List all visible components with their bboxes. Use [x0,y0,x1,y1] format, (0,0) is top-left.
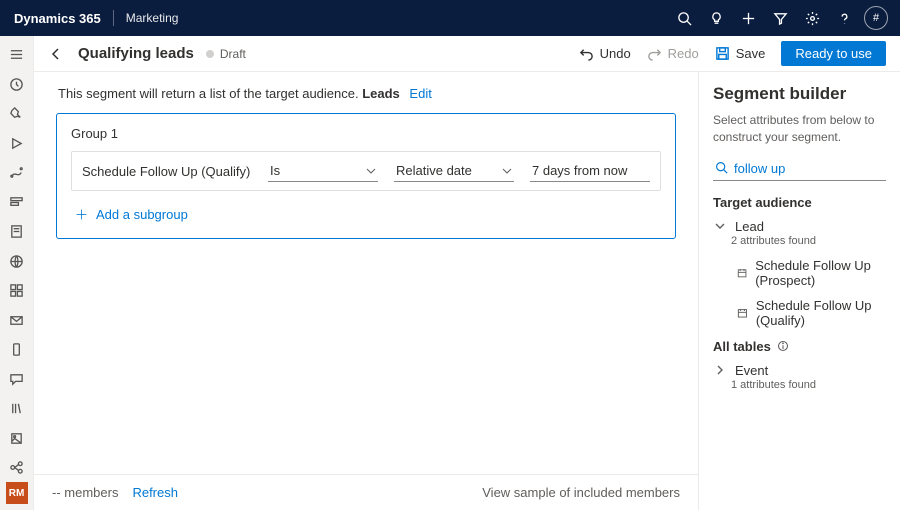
left-rail: RM [0,36,34,510]
ready-to-use-button[interactable]: Ready to use [781,41,886,66]
rail-segment-icon[interactable] [0,187,34,216]
segment-builder-panel: Segment builder Select attributes from b… [699,72,900,510]
product-name: Dynamics 365 [14,11,101,26]
back-button[interactable] [48,46,70,62]
view-sample-link[interactable]: View sample of included members [482,485,680,500]
attribute-qualify[interactable]: Schedule Follow Up (Qualify) [713,293,886,333]
group-title: Group 1 [71,126,661,141]
command-bar: Qualifying leads Draft Undo Redo Save Re… [34,36,900,72]
rail-form-icon[interactable] [0,217,34,246]
condition-attribute: Schedule Follow Up (Qualify) [82,164,252,179]
rail-chat-icon[interactable] [0,364,34,393]
add-subgroup-button[interactable]: Add a subgroup [71,205,661,224]
refresh-link[interactable]: Refresh [132,485,178,500]
lead-attr-count: 2 attributes found [713,235,886,247]
rail-library-icon[interactable] [0,394,34,423]
rail-recent-icon[interactable] [0,69,34,98]
nav-separator [113,10,114,26]
plus-icon [75,208,88,221]
rail-asset-icon[interactable] [0,423,34,452]
chevron-down-icon [366,166,376,176]
persona-badge[interactable]: RM [6,482,28,504]
search-input[interactable] [730,161,900,176]
hamburger-icon[interactable] [0,40,34,69]
undo-button[interactable]: Undo [571,42,639,65]
redo-button[interactable]: Redo [639,42,707,65]
rail-play-icon[interactable] [0,128,34,157]
status-badge: Draft [206,47,246,61]
page-title: Qualifying leads [78,45,194,62]
info-icon[interactable] [777,340,789,352]
rail-mail-icon[interactable] [0,305,34,334]
chevron-right-icon [715,365,727,375]
rail-grid-icon[interactable] [0,276,34,305]
rail-globe-icon[interactable] [0,246,34,275]
save-button[interactable]: Save [707,42,774,65]
search-icon[interactable] [668,0,700,36]
lightbulb-icon[interactable] [700,0,732,36]
user-avatar[interactable]: # [860,0,892,36]
panel-title: Segment builder [713,84,886,104]
value-input[interactable]: 7 days from now [530,160,650,182]
target-audience-heading: Target audience [713,195,886,210]
mode-select[interactable]: Relative date [394,160,514,182]
rail-connector-icon[interactable] [0,453,34,482]
canvas-footer: -- members Refresh View sample of includ… [34,474,698,510]
chevron-down-icon [502,166,512,176]
tree-node-event[interactable]: Event [713,360,886,381]
segment-canvas: This segment will return a list of the t… [34,72,699,510]
event-attr-count: 1 attributes found [713,379,886,391]
calendar-icon [737,306,748,320]
target-entity: Leads [362,86,400,101]
search-icon [715,161,728,177]
gear-icon[interactable] [796,0,828,36]
global-nav: Dynamics 365 Marketing # [0,0,900,36]
audience-hint: This segment will return a list of the t… [34,72,698,113]
chevron-down-icon [715,221,727,231]
rail-pin-icon[interactable] [0,99,34,128]
attribute-search[interactable] [713,158,886,181]
operator-select[interactable]: Is [268,160,378,182]
member-count: -- members [52,485,118,500]
condition-row[interactable]: Schedule Follow Up (Qualify) Is Relative… [71,151,661,191]
all-tables-heading: All tables [713,339,886,354]
rail-sms-icon[interactable] [0,335,34,364]
add-icon[interactable] [732,0,764,36]
edit-target-link[interactable]: Edit [409,86,431,101]
rail-journey-icon[interactable] [0,158,34,187]
help-icon[interactable] [828,0,860,36]
calendar-icon [737,266,747,280]
app-area[interactable]: Marketing [126,11,179,25]
group-block[interactable]: Group 1 Schedule Follow Up (Qualify) Is … [56,113,676,239]
attribute-prospect[interactable]: Schedule Follow Up (Prospect) [713,253,886,293]
filter-icon[interactable] [764,0,796,36]
tree-node-lead[interactable]: Lead [713,216,886,237]
panel-description: Select attributes from below to construc… [713,112,886,146]
